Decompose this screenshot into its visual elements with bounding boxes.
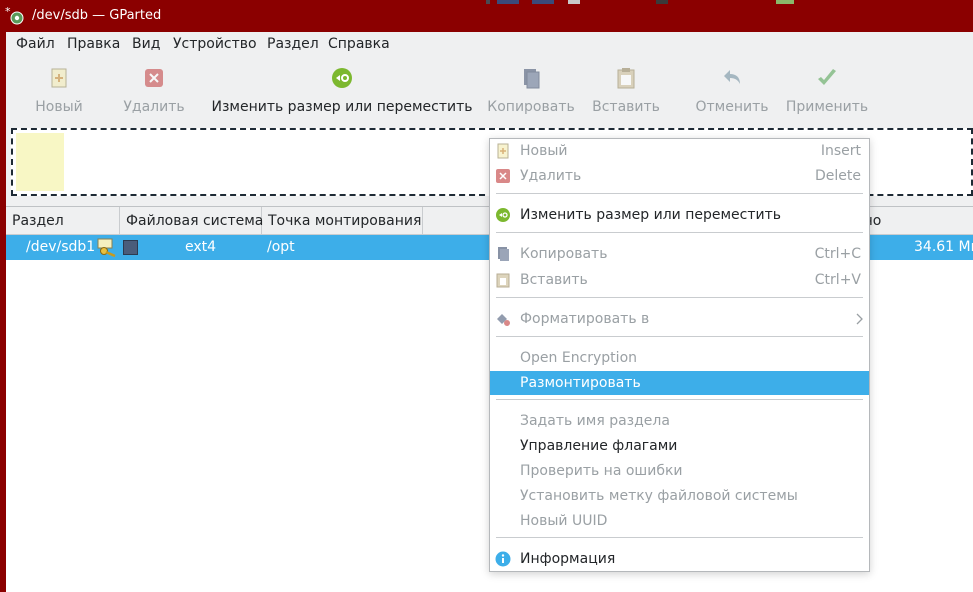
column-mountpoint[interactable]: Точка монтирования <box>262 207 423 235</box>
menubar: Файл Правка Вид Устройство Раздел Справк… <box>6 32 973 56</box>
ctx-delete-label: Удалить <box>520 168 582 184</box>
new-icon <box>497 143 509 159</box>
ctx-unmount[interactable]: Размонтировать <box>490 371 869 395</box>
delete-icon <box>496 169 510 183</box>
copy-button-label: Копировать <box>487 99 575 115</box>
ctx-new-uuid-label: Новый UUID <box>520 513 608 529</box>
column-partition[interactable]: Раздел <box>6 207 120 235</box>
background-window-fragment <box>656 0 668 4</box>
gparted-app-icon: * <box>5 6 24 25</box>
context-menu: Новый Insert Удалить Delete Изменить раз… <box>489 138 870 572</box>
ctx-copy-label: Копировать <box>520 246 608 262</box>
partition-size: 34.61 Ми <box>914 239 973 255</box>
used-space-bar <box>16 133 64 191</box>
menu-view[interactable]: Вид <box>127 35 165 55</box>
partition-name: /dev/sdb1 <box>26 239 96 255</box>
background-window-fragment <box>486 0 490 4</box>
ctx-check[interactable]: Проверить на ошибки <box>490 459 869 483</box>
ctx-paste-label: Вставить <box>520 272 588 288</box>
delete-icon <box>145 69 163 87</box>
ctx-open-encryption-label: Open Encryption <box>520 350 638 366</box>
menu-file[interactable]: Файл <box>11 35 60 55</box>
resize-icon <box>332 68 352 88</box>
menu-separator <box>496 336 863 337</box>
new-icon <box>51 68 67 88</box>
mount-point: /opt <box>267 239 295 255</box>
modified-marker: * <box>5 6 11 18</box>
copy-button[interactable]: Копировать <box>487 60 575 118</box>
menu-edit[interactable]: Правка <box>62 35 125 55</box>
new-button-label: Новый <box>35 99 83 115</box>
ctx-delete[interactable]: Удалить Delete <box>490 164 869 188</box>
background-window-fragment <box>532 0 554 4</box>
column-used[interactable]: ано <box>855 207 973 235</box>
ctx-new-shortcut: Insert <box>820 143 861 159</box>
ctx-resize-move-label: Изменить размер или переместить <box>520 207 782 223</box>
new-button[interactable]: Новый <box>35 60 83 118</box>
paste-button[interactable]: Вставить <box>592 60 660 118</box>
ctx-information-label: Информация <box>520 551 616 567</box>
menu-separator <box>496 399 863 400</box>
copy-icon <box>498 247 509 261</box>
ctx-open-encryption[interactable]: Open Encryption <box>490 346 869 370</box>
ctx-copy-shortcut: Ctrl+C <box>814 246 861 262</box>
paste-icon <box>617 68 635 89</box>
menu-separator <box>496 193 863 194</box>
copy-icon <box>524 69 540 89</box>
ctx-unmount-label: Размонтировать <box>520 375 641 391</box>
info-icon <box>495 551 511 567</box>
ctx-paste-shortcut: Ctrl+V <box>814 272 861 288</box>
ctx-copy[interactable]: Копировать Ctrl+C <box>490 242 869 266</box>
filesystem-type: ext4 <box>185 239 217 255</box>
ctx-information[interactable]: Информация <box>490 547 869 571</box>
ctx-manage-flags-label: Управление флагами <box>520 438 678 454</box>
delete-button-label: Удалить <box>123 99 185 115</box>
ctx-new[interactable]: Новый Insert <box>490 139 869 163</box>
column-filesystem[interactable]: Файловая система <box>120 207 263 235</box>
ctx-paste[interactable]: Вставить Ctrl+V <box>490 268 869 292</box>
ctx-delete-shortcut: Delete <box>815 168 861 184</box>
resize-move-button[interactable]: Изменить размер или переместить <box>211 60 473 118</box>
resize-move-button-label: Изменить размер или переместить <box>211 99 473 115</box>
menu-separator <box>496 537 863 538</box>
menu-partition[interactable]: Раздел <box>262 35 324 55</box>
menu-separator <box>496 297 863 298</box>
resize-icon <box>496 208 510 222</box>
apply-button-label: Применить <box>785 99 869 115</box>
background-window-fragment <box>776 0 794 4</box>
mounted-key-icon <box>97 238 116 257</box>
format-icon <box>497 314 510 326</box>
menu-separator <box>496 232 863 233</box>
background-window-fragment <box>497 0 519 4</box>
undo-button-label: Отменить <box>695 99 769 115</box>
paste-button-label: Вставить <box>592 99 660 115</box>
ctx-name-partition-label: Задать имя раздела <box>520 413 670 429</box>
apply-icon <box>818 69 836 85</box>
ctx-check-label: Проверить на ошибки <box>520 463 683 479</box>
background-window-fragment <box>568 0 580 4</box>
ctx-manage-flags[interactable]: Управление флагами <box>490 434 869 458</box>
ctx-resize-move[interactable]: Изменить размер или переместить <box>490 203 869 227</box>
ctx-name-partition[interactable]: Задать имя раздела <box>490 409 869 433</box>
undo-icon <box>724 70 740 84</box>
ctx-label-filesystem-label: Установить метку файловой системы <box>520 488 798 504</box>
menu-device[interactable]: Устройство <box>168 35 262 55</box>
filesystem-color-swatch <box>123 240 138 255</box>
undo-button[interactable]: Отменить <box>695 60 769 118</box>
ctx-format-to-label: Форматировать в <box>520 311 650 327</box>
submenu-arrow-icon <box>856 313 863 325</box>
ctx-label-filesystem[interactable]: Установить метку файловой системы <box>490 484 869 508</box>
ctx-new-uuid[interactable]: Новый UUID <box>490 509 869 533</box>
toolbar: Новый Удалить Изменить размер или переме… <box>6 60 973 118</box>
apply-button[interactable]: Применить <box>785 60 869 118</box>
delete-button[interactable]: Удалить <box>123 60 185 118</box>
titlebar[interactable]: * /dev/sdb — GParted <box>0 0 973 32</box>
ctx-format-to[interactable]: Форматировать в <box>490 307 869 331</box>
window-title: /dev/sdb — GParted <box>32 8 162 23</box>
paste-icon <box>496 273 510 288</box>
ctx-new-label: Новый <box>520 143 568 159</box>
menu-help[interactable]: Справка <box>323 35 395 55</box>
